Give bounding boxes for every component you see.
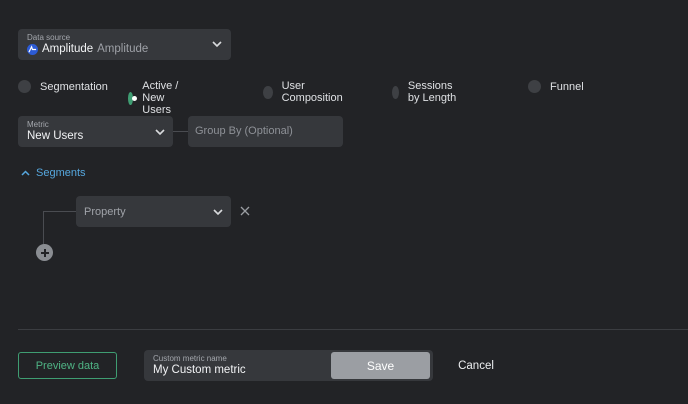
radio-label: Funnel (550, 80, 584, 93)
radio-circle (392, 85, 399, 99)
radio-user-composition[interactable]: User Composition (263, 80, 346, 104)
data-source-subname: Amplitude (97, 43, 149, 55)
radio-label: User Composition (281, 80, 343, 104)
chevron-down-icon (213, 209, 223, 216)
radio-circle (528, 80, 541, 93)
segment-tree-line (43, 211, 44, 244)
property-placeholder: Property (84, 206, 126, 218)
footer-divider (18, 329, 688, 330)
data-source-select[interactable]: Data source Amplitude Amplitude (18, 29, 231, 60)
group-by-input[interactable]: Group By (Optional) (188, 116, 343, 147)
radio-label: Active / New Users (142, 80, 179, 116)
property-select[interactable]: Property (76, 196, 231, 227)
preview-data-button[interactable]: Preview data (18, 352, 117, 379)
add-segment-button[interactable] (36, 244, 53, 261)
segment-tree-line (43, 211, 76, 212)
cancel-button[interactable]: Cancel (449, 352, 503, 379)
radio-segmentation[interactable]: Segmentation (18, 80, 108, 93)
segments-label: Segments (36, 167, 86, 179)
radio-label: Sessions by Length (407, 80, 457, 104)
custom-metric-name-label: Custom metric name (153, 354, 227, 363)
radio-circle (263, 85, 273, 99)
data-source-value: Amplitude Amplitude (27, 43, 148, 55)
radio-sessions-by-length[interactable]: Sessions by Length (392, 80, 459, 104)
save-button[interactable]: Save (331, 352, 430, 379)
radio-funnel[interactable]: Funnel (528, 80, 584, 93)
segments-toggle[interactable]: Segments (21, 167, 86, 179)
radio-circle-selected (128, 91, 138, 105)
data-source-label: Data source (27, 33, 71, 42)
custom-metric-name-value: My Custom metric (153, 364, 246, 376)
chevron-down-icon (212, 41, 222, 48)
chevron-down-icon (155, 129, 165, 136)
radio-circle (18, 80, 31, 93)
chevron-up-icon (21, 170, 30, 176)
radio-active-new-users[interactable]: Active / New Users (128, 80, 180, 116)
data-source-name: Amplitude (42, 43, 94, 55)
metric-label: Metric (27, 120, 49, 129)
radio-label: Segmentation (40, 80, 108, 93)
amplitude-logo-icon (27, 43, 38, 55)
close-icon[interactable] (239, 205, 251, 217)
metric-select[interactable]: Metric New Users (18, 116, 173, 147)
metric-connector-line (173, 131, 188, 132)
plus-icon (40, 248, 49, 257)
metric-value: New Users (27, 130, 84, 142)
